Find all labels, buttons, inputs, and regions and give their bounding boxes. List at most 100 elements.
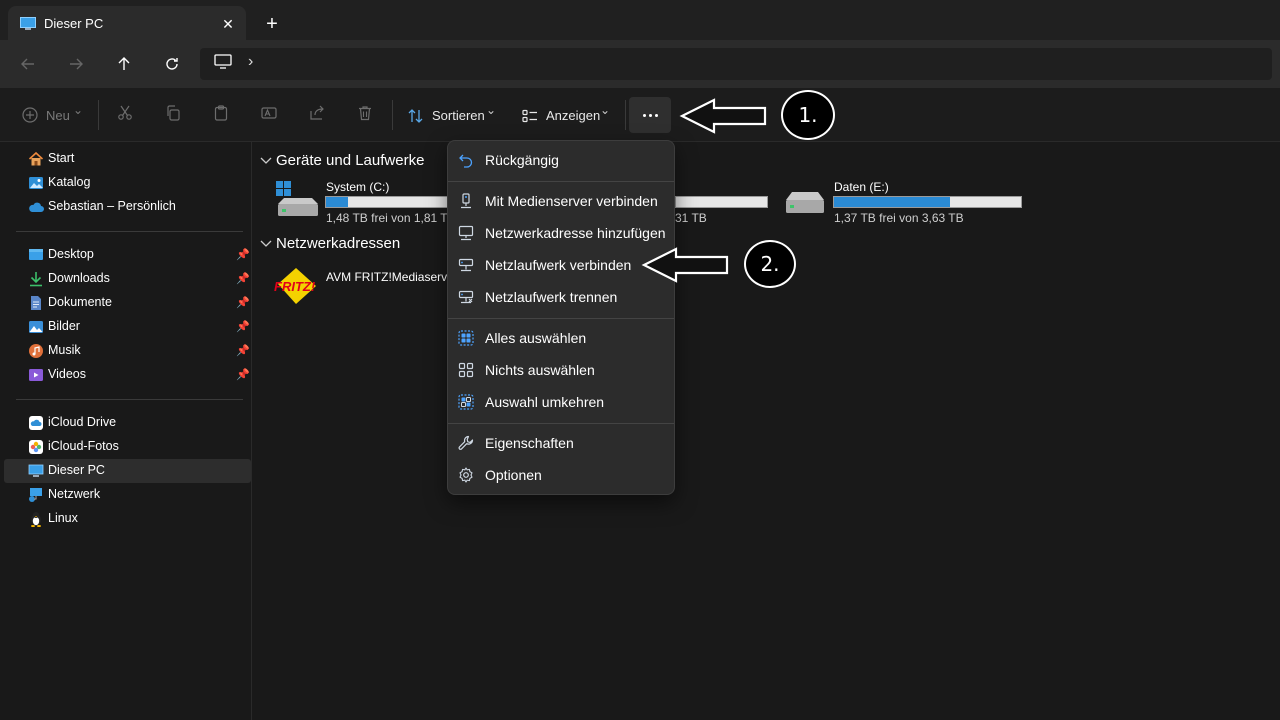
breadcrumb-chevron[interactable]: › xyxy=(248,53,253,71)
drive-free-space: 1,48 TB frei von 1,81 TB xyxy=(326,211,456,225)
view-button[interactable]: Anzeigen ⌄ xyxy=(518,103,614,128)
drive-tile[interactable]: Daten (E:) 1,37 TB frei von 3,63 TB xyxy=(780,178,1030,226)
network-item-name: AVM FRITZ!Mediaserv xyxy=(326,270,448,284)
sidebar-item-music[interactable]: Musik 📌 xyxy=(4,339,251,363)
rename-button[interactable] xyxy=(259,105,279,125)
sidebar-item-linux[interactable]: Linux xyxy=(4,507,251,531)
gear-icon xyxy=(459,467,473,483)
sort-button[interactable]: Sortieren ⌄ xyxy=(404,103,502,128)
pin-icon[interactable]: 📌 xyxy=(236,296,250,309)
sidebar-item-this-pc[interactable]: Dieser PC xyxy=(4,459,251,483)
video-icon xyxy=(29,369,43,381)
devices-section-header[interactable]: Geräte und Laufwerke xyxy=(258,150,438,172)
forward-button[interactable] xyxy=(60,48,92,80)
copy-icon xyxy=(167,105,180,121)
sidebar-item-label: Musik xyxy=(48,343,81,357)
menu-item-connect-media-server[interactable]: Mit Medienserver verbinden xyxy=(448,186,674,216)
menu-item-select-all[interactable]: Alles auswählen xyxy=(448,323,674,353)
menu-item-label: Netzlaufwerk verbinden xyxy=(485,257,632,273)
arrow-up-icon xyxy=(118,57,130,70)
sidebar-item-label: Sebastian – Persönlich xyxy=(48,199,176,213)
more-options-button[interactable] xyxy=(629,97,671,133)
drive-usage-fill xyxy=(834,197,950,207)
arrow-right-icon xyxy=(70,58,83,70)
sidebar-item-pictures[interactable]: Bilder 📌 xyxy=(4,315,251,339)
drive-free-space: 31 TB xyxy=(675,211,707,225)
sidebar-item-desktop[interactable]: Desktop 📌 xyxy=(4,243,251,267)
desktop-icon xyxy=(29,249,43,260)
map-drive-icon xyxy=(458,258,474,272)
sidebar-item-network[interactable]: Netzwerk xyxy=(4,483,251,507)
menu-item-label: Eigenschaften xyxy=(485,435,574,451)
chevron-down-icon: ⌄ xyxy=(73,103,84,117)
sidebar-item-gallery[interactable]: Katalog xyxy=(4,171,251,195)
sidebar-item-label: Katalog xyxy=(48,175,91,189)
tab-title: Dieser PC xyxy=(44,16,104,31)
chevron-down-icon: ⌄ xyxy=(486,103,497,117)
invert-selection-icon xyxy=(458,394,474,410)
pin-icon[interactable]: 📌 xyxy=(236,248,250,261)
menu-item-label: Netzlaufwerk trennen xyxy=(485,289,618,305)
monitor-icon xyxy=(28,464,44,477)
select-none-icon xyxy=(458,362,474,378)
menu-item-label: Rückgängig xyxy=(485,152,559,168)
sidebar-item-home[interactable]: Start xyxy=(4,147,251,171)
copy-button[interactable] xyxy=(163,105,183,125)
monitor-icon xyxy=(20,17,36,30)
plus-circle-icon xyxy=(22,107,38,123)
pin-icon[interactable]: 📌 xyxy=(236,344,250,357)
tab-dieser-pc[interactable]: Dieser PC ✕ xyxy=(8,6,246,42)
tab-close-button[interactable]: ✕ xyxy=(218,14,238,34)
menu-item-disconnect-network-drive[interactable]: Netzlaufwerk trennen xyxy=(448,282,674,312)
ellipsis-dot xyxy=(654,113,658,117)
network-item-fritz[interactable]: FRITZ! AVM FRITZ!Mediaserv xyxy=(272,264,447,304)
sidebar-item-icloud-drive[interactable]: iCloud Drive xyxy=(4,411,251,435)
menu-item-properties[interactable]: Eigenschaften xyxy=(448,428,674,458)
menu-item-options[interactable]: Optionen xyxy=(448,460,674,490)
menu-divider xyxy=(448,423,674,424)
fritz-logo-text: FRITZ! xyxy=(274,279,316,294)
back-button[interactable] xyxy=(12,48,44,80)
paste-button[interactable] xyxy=(211,105,231,125)
cloud-icon xyxy=(29,202,44,212)
menu-item-undo[interactable]: Rückgängig xyxy=(448,145,674,175)
sidebar-item-videos[interactable]: Videos 📌 xyxy=(4,363,251,387)
network-section-header[interactable]: Netzwerkadressen xyxy=(258,233,438,255)
sidebar-item-label: Dokumente xyxy=(48,295,112,309)
document-icon xyxy=(31,296,41,310)
wrench-icon xyxy=(458,435,474,450)
sidebar-item-documents[interactable]: Dokumente 📌 xyxy=(4,291,251,315)
pc-icon xyxy=(214,54,232,69)
sidebar-item-icloud-photos[interactable]: iCloud-Fotos xyxy=(4,435,251,459)
pin-icon[interactable]: 📌 xyxy=(236,272,250,285)
refresh-button[interactable] xyxy=(156,48,188,80)
sidebar-item-onedrive[interactable]: Sebastian – Persönlich xyxy=(4,195,251,219)
sidebar-item-downloads[interactable]: Downloads 📌 xyxy=(4,267,251,291)
clipboard-icon xyxy=(214,105,228,121)
sidebar-item-label: Linux xyxy=(48,511,78,525)
sidebar-divider xyxy=(16,399,243,400)
sort-icon xyxy=(408,109,423,123)
cut-button[interactable] xyxy=(115,105,135,125)
share-button[interactable] xyxy=(307,105,327,125)
toolbar-divider xyxy=(625,100,626,130)
sidebar-item-label: Netzwerk xyxy=(48,487,101,501)
pin-icon[interactable]: 📌 xyxy=(236,320,250,333)
menu-item-select-none[interactable]: Nichts auswählen xyxy=(448,355,674,385)
step-1-badge: 1. xyxy=(781,90,835,140)
address-field[interactable] xyxy=(200,48,1272,80)
new-tab-button[interactable]: + xyxy=(262,14,282,34)
drive-usage-bar xyxy=(675,196,768,208)
menu-item-label: Optionen xyxy=(485,467,542,483)
delete-button[interactable] xyxy=(355,105,375,125)
home-icon xyxy=(28,151,44,166)
up-button[interactable] xyxy=(108,48,140,80)
drive-tile[interactable]: System (C:) 1,48 TB frei von 1,81 TB xyxy=(272,178,456,226)
menu-item-invert-selection[interactable]: Auswahl umkehren xyxy=(448,387,674,417)
sidebar-item-label: Desktop xyxy=(48,247,94,261)
pin-icon[interactable]: 📌 xyxy=(236,368,250,381)
menu-item-add-network-location[interactable]: Netzwerkadresse hinzufügen xyxy=(448,218,674,248)
chevron-down-icon: ⌄ xyxy=(600,103,611,117)
new-button[interactable]: Neu ⌄ xyxy=(20,103,100,127)
select-all-icon xyxy=(458,330,474,346)
